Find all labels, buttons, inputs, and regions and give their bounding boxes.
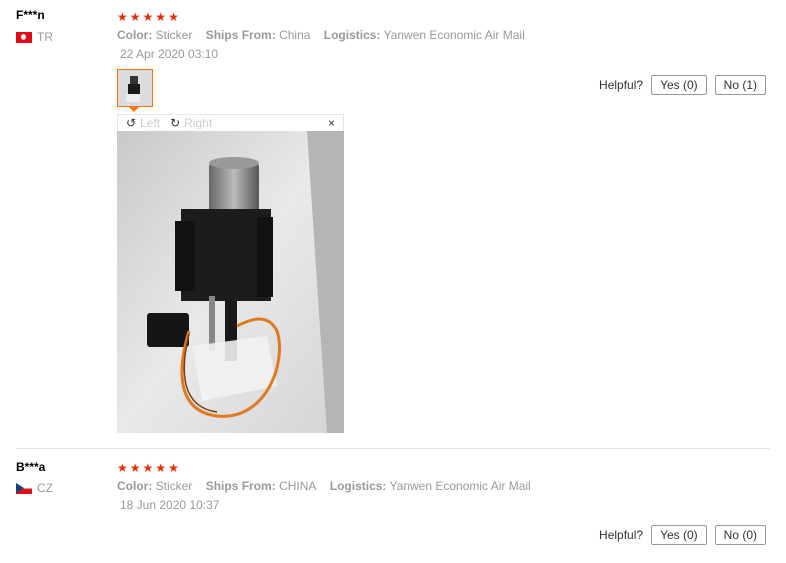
star-rating: ★ ★ ★ ★ ★ <box>117 11 179 23</box>
star-icon: ★ <box>155 10 167 24</box>
viewer-close-button[interactable]: × <box>328 116 335 130</box>
star-icon: ★ <box>129 461 141 475</box>
helpful-votes: Helpful? Yes (0) No (1) <box>599 75 766 95</box>
star-icon: ★ <box>117 461 128 475</box>
reviewer-country: CZ <box>16 481 53 495</box>
ships-from-label: Ships From: <box>205 28 276 42</box>
reviewer-name: B***a <box>16 460 46 474</box>
helpful-label: Helpful? <box>599 78 644 92</box>
thumbnail-pointer <box>129 107 139 112</box>
logistics-value: Yanwen Economic Air Mail <box>383 28 525 42</box>
rotate-right-label[interactable]: Right <box>184 116 212 130</box>
review-photo <box>117 131 344 433</box>
logistics-value: Yanwen Economic Air Mail <box>389 479 531 493</box>
turkey-flag-icon <box>16 31 32 43</box>
czech-flag-icon <box>16 482 32 494</box>
star-icon: ★ <box>142 461 154 475</box>
thumbnail-image <box>118 70 152 106</box>
order-info: Color: Sticker Ships From: CHINA Logisti… <box>117 479 531 493</box>
order-info: Color: Sticker Ships From: China Logisti… <box>117 28 525 42</box>
ships-from-value: China <box>279 28 311 42</box>
ships-from-label: Ships From: <box>205 479 276 493</box>
country-code: CZ <box>37 481 53 495</box>
helpful-yes-button[interactable]: Yes (0) <box>651 525 707 545</box>
color-value: Sticker <box>155 479 193 493</box>
logistics-label: Logistics: <box>329 479 387 493</box>
helpful-label: Helpful? <box>599 528 644 542</box>
star-icon: ★ <box>117 10 128 24</box>
reviewer-country: TR <box>16 30 53 44</box>
star-icon: ★ <box>155 461 167 475</box>
star-icon: ★ <box>142 10 154 24</box>
star-icon: ★ <box>129 10 141 24</box>
review-date: 18 Jun 2020 10:37 <box>120 498 220 512</box>
star-icon: ★ <box>168 10 179 24</box>
helpful-no-button[interactable]: No (1) <box>714 75 766 95</box>
review-divider <box>16 448 770 449</box>
rotate-left-icon[interactable]: ↺ <box>126 116 136 130</box>
helpful-votes: Helpful? Yes (0) No (0) <box>599 525 766 545</box>
rotate-left-label[interactable]: Left <box>140 116 160 130</box>
helpful-no-button[interactable]: No (0) <box>714 525 766 545</box>
star-rating: ★ ★ ★ ★ ★ <box>117 462 179 474</box>
rotate-right-icon[interactable]: ↻ <box>170 116 180 130</box>
review-date: 22 Apr 2020 03:10 <box>120 47 219 61</box>
photo-viewer: ↺ Left ↻ Right × <box>117 114 344 433</box>
ships-from-value: CHINA <box>279 479 317 493</box>
reviewer-name: F***n <box>16 8 45 22</box>
color-value: Sticker <box>155 28 193 42</box>
helpful-yes-button[interactable]: Yes (0) <box>651 75 707 95</box>
country-code: TR <box>37 30 53 44</box>
photo-thumbnail[interactable] <box>117 69 153 107</box>
logistics-label: Logistics: <box>323 28 381 42</box>
color-label: Color: <box>117 479 153 493</box>
star-icon: ★ <box>168 461 179 475</box>
viewer-toolbar: ↺ Left ↻ Right × <box>117 114 344 131</box>
color-label: Color: <box>117 28 153 42</box>
